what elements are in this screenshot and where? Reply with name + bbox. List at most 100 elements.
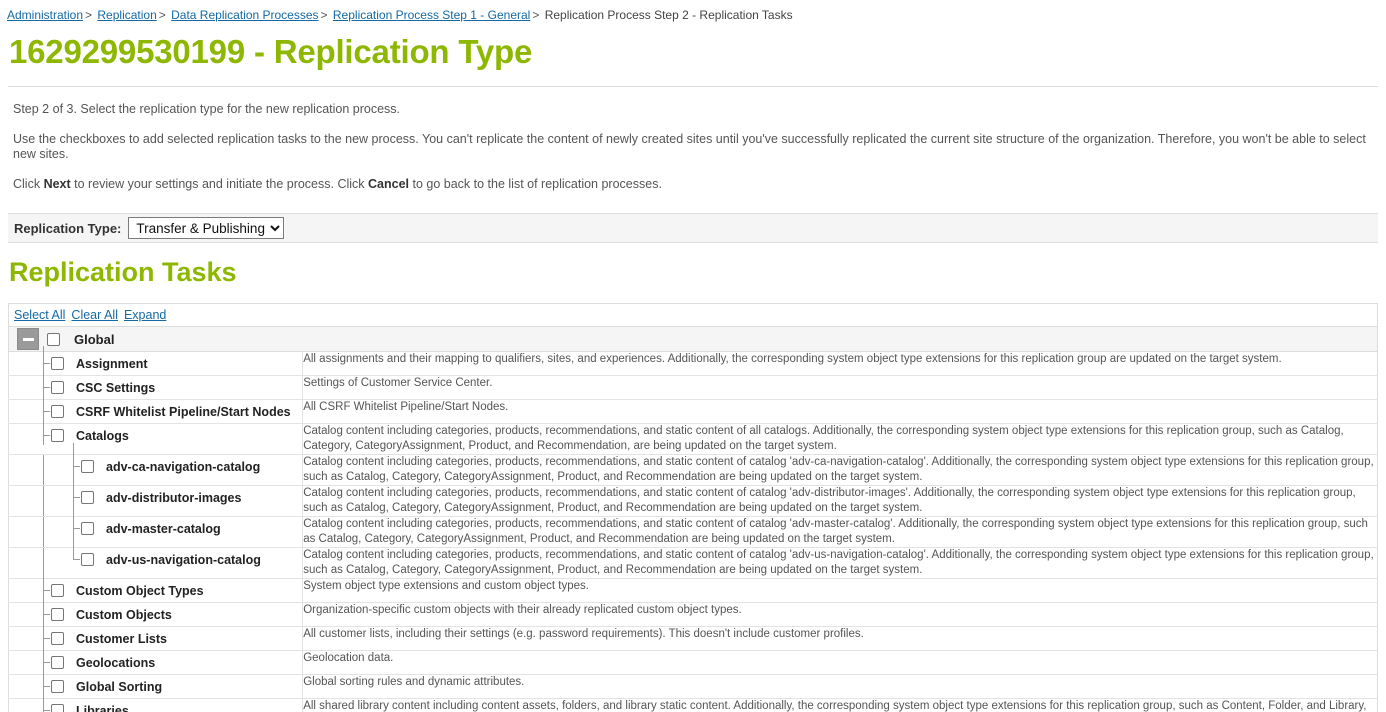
tree-branch-icon bbox=[67, 536, 81, 569]
table-row[interactable]: Custom Objects Organization-specific cust… bbox=[8, 597, 1378, 627]
task-description: Catalog content including categories, pr… bbox=[302, 423, 1378, 455]
tree-group-row[interactable]: Global bbox=[8, 326, 1378, 352]
task-label: Libraries bbox=[76, 703, 129, 712]
table-row[interactable]: Catalogs Catalog content including catego… bbox=[8, 418, 1378, 455]
replication-type-select[interactable]: Transfer & Publishing bbox=[128, 217, 285, 239]
tree-group-checkbox[interactable] bbox=[47, 332, 60, 346]
tree-branch-icon bbox=[37, 693, 51, 712]
task-label: Global Sorting bbox=[76, 679, 163, 694]
intro-click-text: Click bbox=[13, 177, 44, 191]
task-checkbox[interactable] bbox=[81, 553, 94, 566]
task-name-cell: Geolocations bbox=[8, 645, 304, 675]
breadcrumb-link-step-1-general[interactable]: Replication Process Step 1 - General bbox=[333, 8, 530, 22]
task-name-cell: Global Sorting bbox=[8, 669, 304, 699]
tree-branch-icon bbox=[37, 621, 51, 648]
table-row[interactable]: Customer Lists All customer lists, includ… bbox=[8, 621, 1378, 651]
breadcrumb-separator: > bbox=[158, 8, 166, 22]
task-description: All CSRF Whitelist Pipeline/Start Nodes. bbox=[302, 399, 1378, 424]
tree-group-label: Global bbox=[74, 331, 115, 347]
task-label: Customer Lists bbox=[76, 631, 167, 646]
task-checkbox[interactable] bbox=[51, 429, 64, 442]
collapse-minus-icon[interactable] bbox=[17, 328, 39, 350]
intro-paragraph-checkboxes: Use the checkboxes to add selected repli… bbox=[13, 132, 1366, 161]
task-checkbox[interactable] bbox=[51, 680, 64, 693]
table-row[interactable]: adv-master-catalog Catalog content includ… bbox=[8, 505, 1378, 548]
breadcrumb: Administration > Replication > Data Replic… bbox=[0, 0, 1386, 24]
task-name-cell: Customer Lists bbox=[8, 621, 304, 651]
task-label: Geolocations bbox=[76, 655, 156, 670]
task-name-cell: Assignment bbox=[8, 346, 304, 376]
tree-branch-icon bbox=[37, 346, 51, 373]
task-checkbox[interactable] bbox=[51, 704, 64, 712]
replication-type-bar: Replication Type: Transfer & Publishing bbox=[8, 213, 1378, 243]
task-name-cell: Libraries bbox=[8, 693, 304, 712]
expand-link[interactable]: Expand bbox=[124, 308, 166, 322]
tree-branch-icon bbox=[37, 418, 51, 445]
task-label: Custom Object Types bbox=[76, 583, 204, 598]
intro-paragraph-actions: Click Next to review your settings and i… bbox=[13, 177, 1378, 192]
tree-branch-icon bbox=[37, 645, 51, 672]
task-name-cell: adv-us-navigation-catalog bbox=[8, 536, 304, 579]
intro-cancel-keyword: Cancel bbox=[368, 177, 410, 191]
task-label: adv-distributor-images bbox=[106, 490, 242, 505]
breadcrumb-link-administration[interactable]: Administration bbox=[7, 8, 83, 22]
task-description: System object type extensions and custom… bbox=[302, 578, 1378, 603]
task-name-cell: adv-ca-navigation-catalog bbox=[8, 443, 304, 486]
task-name-cell: Custom Objects bbox=[8, 597, 304, 627]
task-description: Settings of Customer Service Center. bbox=[302, 375, 1378, 400]
task-label: Catalogs bbox=[76, 428, 129, 443]
title-divider bbox=[8, 86, 1378, 87]
task-checkbox[interactable] bbox=[51, 656, 64, 669]
task-label: CSC Settings bbox=[76, 380, 156, 395]
task-checkbox[interactable] bbox=[51, 608, 64, 621]
task-name-cell: adv-distributor-images bbox=[8, 474, 304, 517]
task-description: Catalog content including categories, pr… bbox=[302, 547, 1378, 579]
breadcrumb-separator: > bbox=[85, 8, 93, 22]
task-checkbox[interactable] bbox=[51, 405, 64, 418]
tree-trunk-line bbox=[43, 517, 44, 547]
table-row[interactable]: adv-us-navigation-catalog Catalog content… bbox=[8, 536, 1378, 579]
tree-branch-icon bbox=[67, 443, 81, 476]
intro-next-keyword: Next bbox=[43, 177, 71, 191]
task-description: Global sorting rules and dynamic attribu… bbox=[302, 674, 1378, 699]
task-checkbox[interactable] bbox=[81, 522, 94, 535]
table-row[interactable]: adv-ca-navigation-catalog Catalog content… bbox=[8, 443, 1378, 486]
task-description: Catalog content including categories, pr… bbox=[302, 485, 1378, 517]
table-row[interactable]: Custom Object Types System object type ex… bbox=[8, 573, 1378, 603]
intro-text-block: Step 2 of 3. Select the replication type… bbox=[0, 102, 1386, 192]
table-row[interactable]: Assignment All assignments and their mapp… bbox=[8, 346, 1378, 376]
tree-branch-icon bbox=[37, 370, 51, 397]
table-row[interactable]: Geolocations Geolocation data. bbox=[8, 645, 1378, 675]
task-description: Organization-specific custom objects wit… bbox=[302, 602, 1378, 627]
task-checkbox[interactable] bbox=[51, 584, 64, 597]
task-checkbox[interactable] bbox=[81, 460, 94, 473]
tree-toolbar: Select All Clear All Expand bbox=[8, 303, 1378, 326]
task-name-cell: adv-master-catalog bbox=[8, 505, 304, 548]
tree-branch-icon bbox=[37, 573, 51, 600]
table-row[interactable]: adv-distributor-images Catalog content in… bbox=[8, 474, 1378, 517]
intro-goback-text: to go back to the list of replication pr… bbox=[409, 177, 662, 191]
tree-branch-icon bbox=[67, 474, 81, 507]
task-description: All customer lists, including their sett… bbox=[302, 626, 1378, 651]
table-row[interactable]: Libraries All shared library content incl… bbox=[8, 693, 1378, 712]
table-row[interactable]: Global Sorting Global sorting rules and d… bbox=[8, 669, 1378, 699]
tree-trunk-line bbox=[43, 486, 44, 516]
task-label: adv-us-navigation-catalog bbox=[106, 552, 261, 567]
task-checkbox[interactable] bbox=[51, 381, 64, 394]
breadcrumb-link-data-replication-processes[interactable]: Data Replication Processes bbox=[171, 8, 318, 22]
select-all-link[interactable]: Select All bbox=[14, 308, 65, 322]
clear-all-link[interactable]: Clear All bbox=[71, 308, 118, 322]
tree-branch-icon bbox=[37, 669, 51, 696]
table-row[interactable]: CSC Settings Settings of Customer Service… bbox=[8, 370, 1378, 400]
task-label: CSRF Whitelist Pipeline/Start Nodes bbox=[76, 404, 291, 419]
table-row[interactable]: CSRF Whitelist Pipeline/Start Nodes All C… bbox=[8, 394, 1378, 424]
breadcrumb-link-replication[interactable]: Replication bbox=[97, 8, 156, 22]
task-name-cell: CSC Settings bbox=[8, 370, 304, 400]
replication-type-label: Replication Type: bbox=[14, 220, 122, 236]
task-checkbox[interactable] bbox=[51, 357, 64, 370]
task-name-cell: Catalogs bbox=[8, 418, 304, 455]
breadcrumb-separator: > bbox=[532, 8, 540, 22]
task-checkbox[interactable] bbox=[51, 632, 64, 645]
task-checkbox[interactable] bbox=[81, 491, 94, 504]
breadcrumb-current-step-2: Replication Process Step 2 - Replication… bbox=[544, 8, 793, 22]
